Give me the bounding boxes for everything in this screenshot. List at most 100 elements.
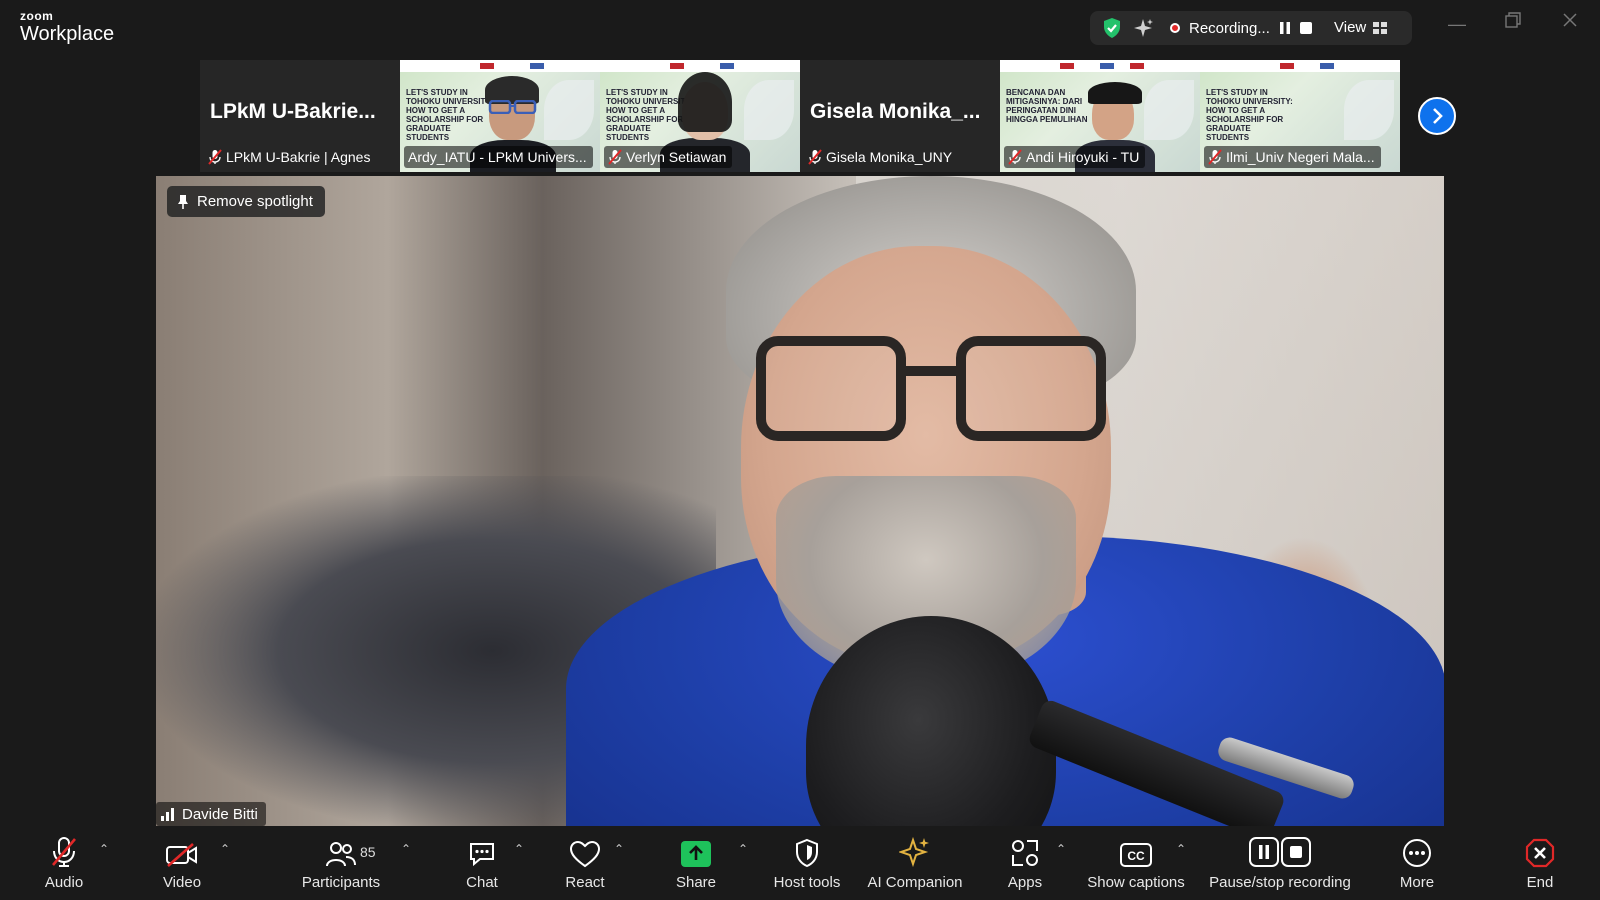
- pause-stop-recording-button[interactable]: Pause/stop recording: [1205, 826, 1355, 900]
- participant-display-name: LPkM U-Bakrie...: [210, 100, 376, 123]
- apps-label: Apps: [1007, 874, 1043, 891]
- show-captions-label: Show captions: [1087, 874, 1185, 891]
- recording-dot-icon: [1170, 23, 1180, 33]
- logo-big-text: Workplace: [20, 23, 115, 45]
- mic-muted-icon: [808, 149, 822, 165]
- participant-label: LPkM U-Bakrie | Agnes: [204, 146, 376, 168]
- show-captions-button[interactable]: CC Show captions: [1086, 826, 1186, 900]
- participants-count: 85: [360, 844, 376, 860]
- share-options-caret-icon[interactable]: ⌃: [738, 842, 748, 856]
- react-button[interactable]: React: [560, 826, 610, 900]
- participant-label: Gisela Monika_UNY: [804, 146, 958, 168]
- minimize-window-icon[interactable]: —: [1448, 14, 1466, 35]
- participant-tile[interactable]: LET'S STUDY IN TOHOKU UNIVERSITY HOW TO …: [400, 60, 600, 172]
- apps-icon: [1012, 840, 1038, 866]
- mic-muted-icon: [52, 837, 76, 867]
- participant-tile[interactable]: LET'S STUDY IN TOHOKU UNIVERSITY HOW TO …: [600, 60, 800, 172]
- participant-label: Verlyn Setiawan: [604, 146, 733, 168]
- meeting-status-bar: Recording... View: [1090, 11, 1412, 45]
- participant-label: Ilmi_Univ Negeri Mala...: [1204, 146, 1381, 168]
- background-slide-text: BENCANA DAN MITIGASINYA: DARI PERINGATAN…: [1006, 88, 1088, 124]
- title-bar: zoom Workplace Recording... View —: [0, 0, 1600, 56]
- host-tools-button[interactable]: Host tools: [770, 826, 844, 900]
- more-label: More: [1399, 874, 1435, 891]
- remove-spotlight-label: Remove spotlight: [197, 193, 313, 210]
- participant-name: Gisela Monika_UNY: [826, 149, 953, 165]
- background-slide-text: LET'S STUDY IN TOHOKU UNIVERSITY: HOW TO…: [1206, 88, 1293, 142]
- apps-button[interactable]: Apps: [1000, 826, 1050, 900]
- background-slide-text: LET'S STUDY IN TOHOKU UNIVERSITY HOW TO …: [406, 88, 491, 142]
- mic-muted-icon: [1008, 149, 1022, 165]
- logo-small-text: zoom: [20, 9, 54, 23]
- speaker-name-label: Davide Bitti: [156, 802, 266, 826]
- heart-icon: [569, 840, 601, 868]
- mic-muted-icon: [1208, 149, 1222, 165]
- chat-label: Chat: [466, 874, 498, 891]
- shield-icon: [796, 838, 818, 868]
- stop-recording-icon[interactable]: [1299, 21, 1313, 40]
- ai-sparkle-icon: [899, 836, 929, 868]
- closed-captions-icon: CC: [1120, 843, 1152, 867]
- mic-muted-icon: [608, 149, 622, 165]
- participant-name: LPkM U-Bakrie | Agnes: [226, 149, 371, 165]
- video-off-icon: [166, 843, 197, 867]
- spotlight-video[interactable]: [156, 176, 1444, 826]
- react-label: React: [565, 874, 605, 891]
- participant-name: Andi Hiroyuki - TU: [1026, 149, 1140, 165]
- pause-stop-recording-icon: [1249, 837, 1311, 867]
- pause-stop-recording-label: Pause/stop recording: [1209, 874, 1351, 891]
- view-label: View: [1334, 19, 1367, 36]
- mic-muted-icon: [208, 149, 222, 165]
- react-options-caret-icon[interactable]: ⌃: [614, 842, 624, 856]
- end-call-icon: [1525, 838, 1555, 868]
- video-options-caret-icon[interactable]: ⌃: [220, 842, 230, 856]
- audio-options-caret-icon[interactable]: ⌃: [99, 842, 109, 856]
- participant-name: Verlyn Setiawan: [626, 149, 727, 165]
- restore-window-icon[interactable]: [1505, 12, 1521, 33]
- remove-spotlight-button[interactable]: Remove spotlight: [167, 186, 325, 217]
- chat-icon: [470, 843, 494, 867]
- audio-button[interactable]: Audio: [38, 826, 90, 900]
- apps-options-caret-icon[interactable]: ⌃: [1056, 842, 1066, 856]
- pin-icon: [178, 194, 188, 209]
- video-label: Video: [162, 874, 202, 891]
- chevron-right-icon: [1433, 108, 1443, 124]
- video-button[interactable]: Video: [156, 826, 208, 900]
- ai-companion-button[interactable]: AI Companion: [864, 826, 966, 900]
- participant-tile[interactable]: LPkM U-Bakrie... LPkM U-Bakrie | Agnes: [200, 60, 400, 172]
- participant-tile[interactable]: Gisela Monika_... Gisela Monika_UNY: [800, 60, 1000, 172]
- participant-tile[interactable]: BENCANA DAN MITIGASINYA: DARI PERINGATAN…: [1000, 60, 1200, 172]
- participants-options-caret-icon[interactable]: ⌃: [401, 842, 411, 856]
- captions-options-caret-icon[interactable]: ⌃: [1176, 842, 1186, 856]
- share-label: Share: [675, 874, 717, 891]
- participant-tile[interactable]: LET'S STUDY IN TOHOKU UNIVERSITY: HOW TO…: [1200, 60, 1400, 172]
- end-label: End: [1526, 874, 1554, 891]
- ai-sparkle-icon[interactable]: [1132, 17, 1154, 44]
- end-meeting-button[interactable]: End: [1516, 826, 1564, 900]
- view-button[interactable]: View: [1334, 19, 1388, 36]
- chat-button[interactable]: Chat: [457, 826, 507, 900]
- signal-strength-icon: [161, 808, 174, 821]
- close-window-icon[interactable]: [1562, 12, 1578, 33]
- audio-label: Audio: [44, 874, 84, 891]
- meeting-toolbar: Audio ⌃ Video ⌃ Participants 85 ⌃ Chat ⌃…: [0, 826, 1600, 900]
- participant-name: Ardy_IATU - LPkM Univers...: [408, 149, 587, 165]
- host-tools-label: Host tools: [773, 874, 841, 891]
- share-screen-icon: [681, 841, 711, 867]
- more-button[interactable]: More: [1392, 826, 1442, 900]
- ai-companion-label: AI Companion: [867, 874, 963, 891]
- svg-text:CC: CC: [1127, 849, 1145, 863]
- participant-name: Ilmi_Univ Negeri Mala...: [1226, 149, 1375, 165]
- next-page-button[interactable]: [1418, 97, 1456, 135]
- pause-recording-icon[interactable]: [1278, 21, 1292, 40]
- security-shield-icon[interactable]: [1102, 17, 1122, 44]
- recording-status-text: Recording...: [1189, 20, 1270, 37]
- share-button[interactable]: Share: [671, 826, 721, 900]
- participant-label: Andi Hiroyuki - TU: [1004, 146, 1146, 168]
- participants-icon: [326, 842, 356, 867]
- grid-view-icon: [1373, 21, 1388, 34]
- participants-button[interactable]: Participants: [298, 826, 384, 900]
- more-options-icon: [1403, 839, 1431, 867]
- zoom-workplace-logo: zoom Workplace: [20, 10, 114, 44]
- chat-options-caret-icon[interactable]: ⌃: [514, 842, 524, 856]
